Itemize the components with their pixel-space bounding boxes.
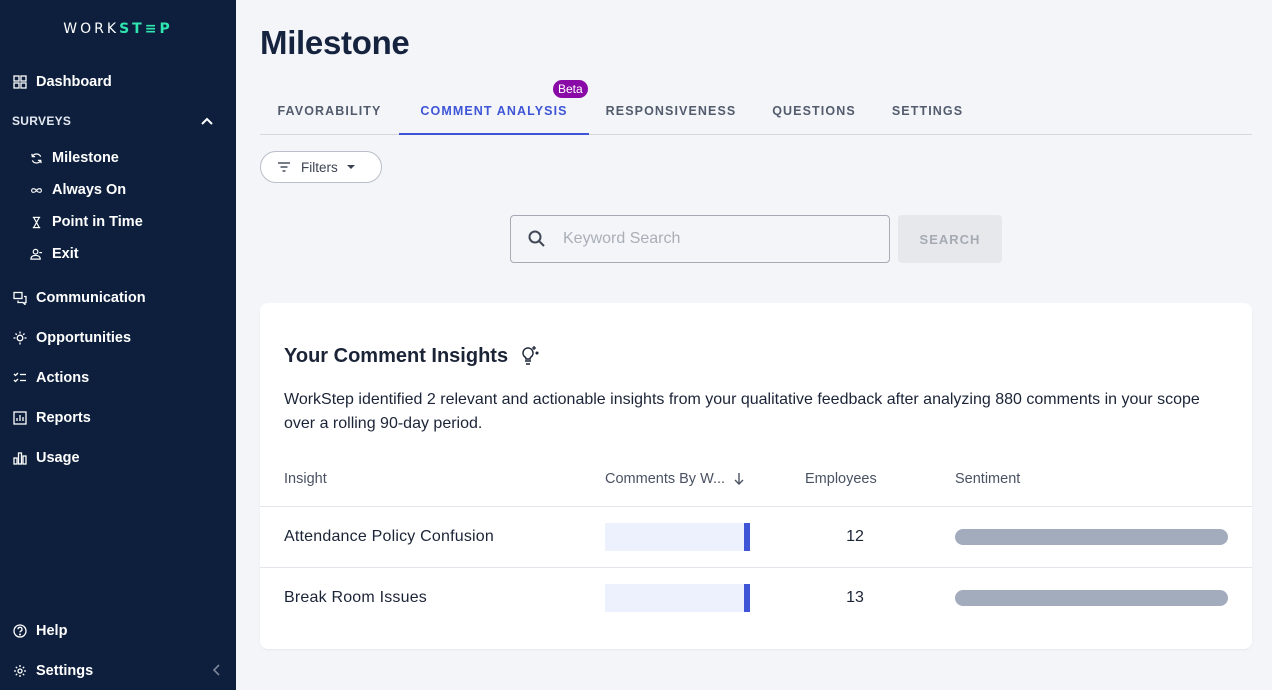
sidebar-item-help[interactable]: Help bbox=[12, 620, 67, 642]
refresh-icon bbox=[28, 150, 44, 166]
caret-down-icon bbox=[346, 165, 355, 169]
search-icon bbox=[528, 230, 545, 247]
infinity-icon bbox=[28, 182, 44, 198]
sidebar-item-actions[interactable]: Actions bbox=[12, 367, 89, 389]
tab-bar: FAVORABILITY COMMENT ANALYSIS RESPONSIVE… bbox=[260, 88, 1252, 135]
sidebar-item-label: Point in Time bbox=[52, 214, 143, 230]
sidebar-item-milestone[interactable]: Milestone bbox=[28, 147, 119, 169]
table-divider bbox=[260, 506, 1252, 507]
help-icon bbox=[12, 623, 28, 639]
column-header-insight: Insight bbox=[284, 471, 327, 487]
filter-icon bbox=[278, 162, 290, 172]
beta-badge: Beta bbox=[553, 80, 588, 98]
page-title: Milestone bbox=[260, 24, 410, 61]
tab-responsiveness[interactable]: RESPONSIVENESS bbox=[589, 88, 753, 134]
sidebar-item-communication[interactable]: Communication bbox=[12, 287, 146, 309]
sidebar-item-label: Reports bbox=[36, 410, 91, 426]
column-header-comments[interactable]: Comments By W... bbox=[605, 471, 745, 487]
sidebar-item-label: Help bbox=[36, 623, 68, 639]
tab-favorability[interactable]: FAVORABILITY bbox=[260, 88, 399, 134]
hourglass-icon bbox=[28, 214, 44, 230]
sidebar-item-label: Usage bbox=[36, 450, 80, 466]
logo-text: WORK bbox=[63, 21, 120, 37]
sidebar-item-reports[interactable]: Reports bbox=[12, 407, 91, 429]
sidebar-item-exit[interactable]: Exit bbox=[28, 243, 79, 265]
sidebar-item-label: Communication bbox=[36, 290, 146, 306]
sidebar: WORKST≡P Dashboard SURVEYS Milestone Alw… bbox=[0, 0, 236, 690]
chat-icon bbox=[12, 290, 28, 306]
sidebar-item-always-on[interactable]: Always On bbox=[28, 179, 126, 201]
search-button[interactable]: SEARCH bbox=[898, 215, 1002, 263]
bar-chart-icon bbox=[12, 450, 28, 466]
tab-settings[interactable]: SETTINGS bbox=[875, 88, 980, 134]
sentiment-bar bbox=[955, 529, 1228, 545]
keyword-search-input[interactable] bbox=[563, 230, 863, 248]
sidebar-item-label: Settings bbox=[36, 663, 94, 679]
card-title: Your Comment Insights bbox=[284, 344, 540, 368]
card-title-text: Your Comment Insights bbox=[284, 344, 509, 367]
sidebar-item-point-in-time[interactable]: Point in Time bbox=[28, 211, 143, 233]
table-divider bbox=[260, 567, 1252, 568]
sidebar-item-usage[interactable]: Usage bbox=[12, 447, 80, 469]
sidebar-item-label: Always On bbox=[52, 182, 127, 198]
gear-icon bbox=[12, 663, 28, 679]
filters-label: Filters bbox=[301, 159, 338, 175]
filters-button[interactable]: Filters bbox=[260, 151, 382, 183]
search-field[interactable] bbox=[510, 215, 890, 263]
insight-name: Attendance Policy Confusion bbox=[284, 528, 494, 545]
column-header-comments-label: Comments By W... bbox=[605, 471, 726, 487]
sidebar-item-label: Milestone bbox=[52, 150, 119, 166]
comments-bar bbox=[605, 584, 750, 612]
column-header-sentiment: Sentiment bbox=[955, 471, 1021, 487]
insight-name: Break Room Issues bbox=[284, 589, 428, 606]
workstep-logo[interactable]: WORKST≡P bbox=[0, 21, 236, 37]
sidebar-item-opportunities[interactable]: Opportunities bbox=[12, 327, 131, 349]
comments-bar bbox=[605, 523, 750, 551]
dashboard-grid-icon bbox=[12, 74, 28, 90]
report-chart-icon bbox=[12, 410, 28, 426]
insights-description: WorkStep identified 2 relevant and actio… bbox=[284, 391, 1200, 432]
sidebar-item-label: Opportunities bbox=[36, 330, 132, 346]
chevron-up-icon[interactable] bbox=[198, 113, 216, 131]
comments-bar-marker bbox=[744, 523, 750, 551]
column-header-employees: Employees bbox=[805, 471, 877, 487]
checklist-icon bbox=[12, 370, 28, 386]
sidebar-item-dashboard[interactable]: Dashboard bbox=[12, 71, 112, 93]
tab-questions[interactable]: QUESTIONS bbox=[753, 88, 875, 134]
sentiment-bar bbox=[955, 590, 1228, 606]
arrow-down-icon bbox=[734, 473, 744, 485]
lightbulb-icon bbox=[12, 330, 28, 346]
sidebar-item-label: Exit bbox=[52, 246, 79, 262]
sidebar-item-label: Actions bbox=[36, 370, 90, 386]
employees-count: 12 bbox=[846, 528, 864, 545]
comment-insights-card: Your Comment Insights WorkStep identifie… bbox=[260, 303, 1252, 649]
sidebar-item-settings[interactable]: Settings bbox=[12, 660, 93, 682]
sidebar-item-label: Dashboard bbox=[36, 74, 112, 90]
comments-bar-marker bbox=[744, 584, 750, 612]
logo-accent-text: ST≡P bbox=[119, 21, 173, 37]
employees-count: 13 bbox=[846, 589, 864, 606]
chevron-left-icon[interactable] bbox=[208, 661, 226, 679]
lightbulb-sparkle-icon bbox=[522, 346, 539, 365]
person-remove-icon bbox=[28, 246, 44, 262]
surveys-section-label: SURVEYS bbox=[12, 114, 72, 128]
